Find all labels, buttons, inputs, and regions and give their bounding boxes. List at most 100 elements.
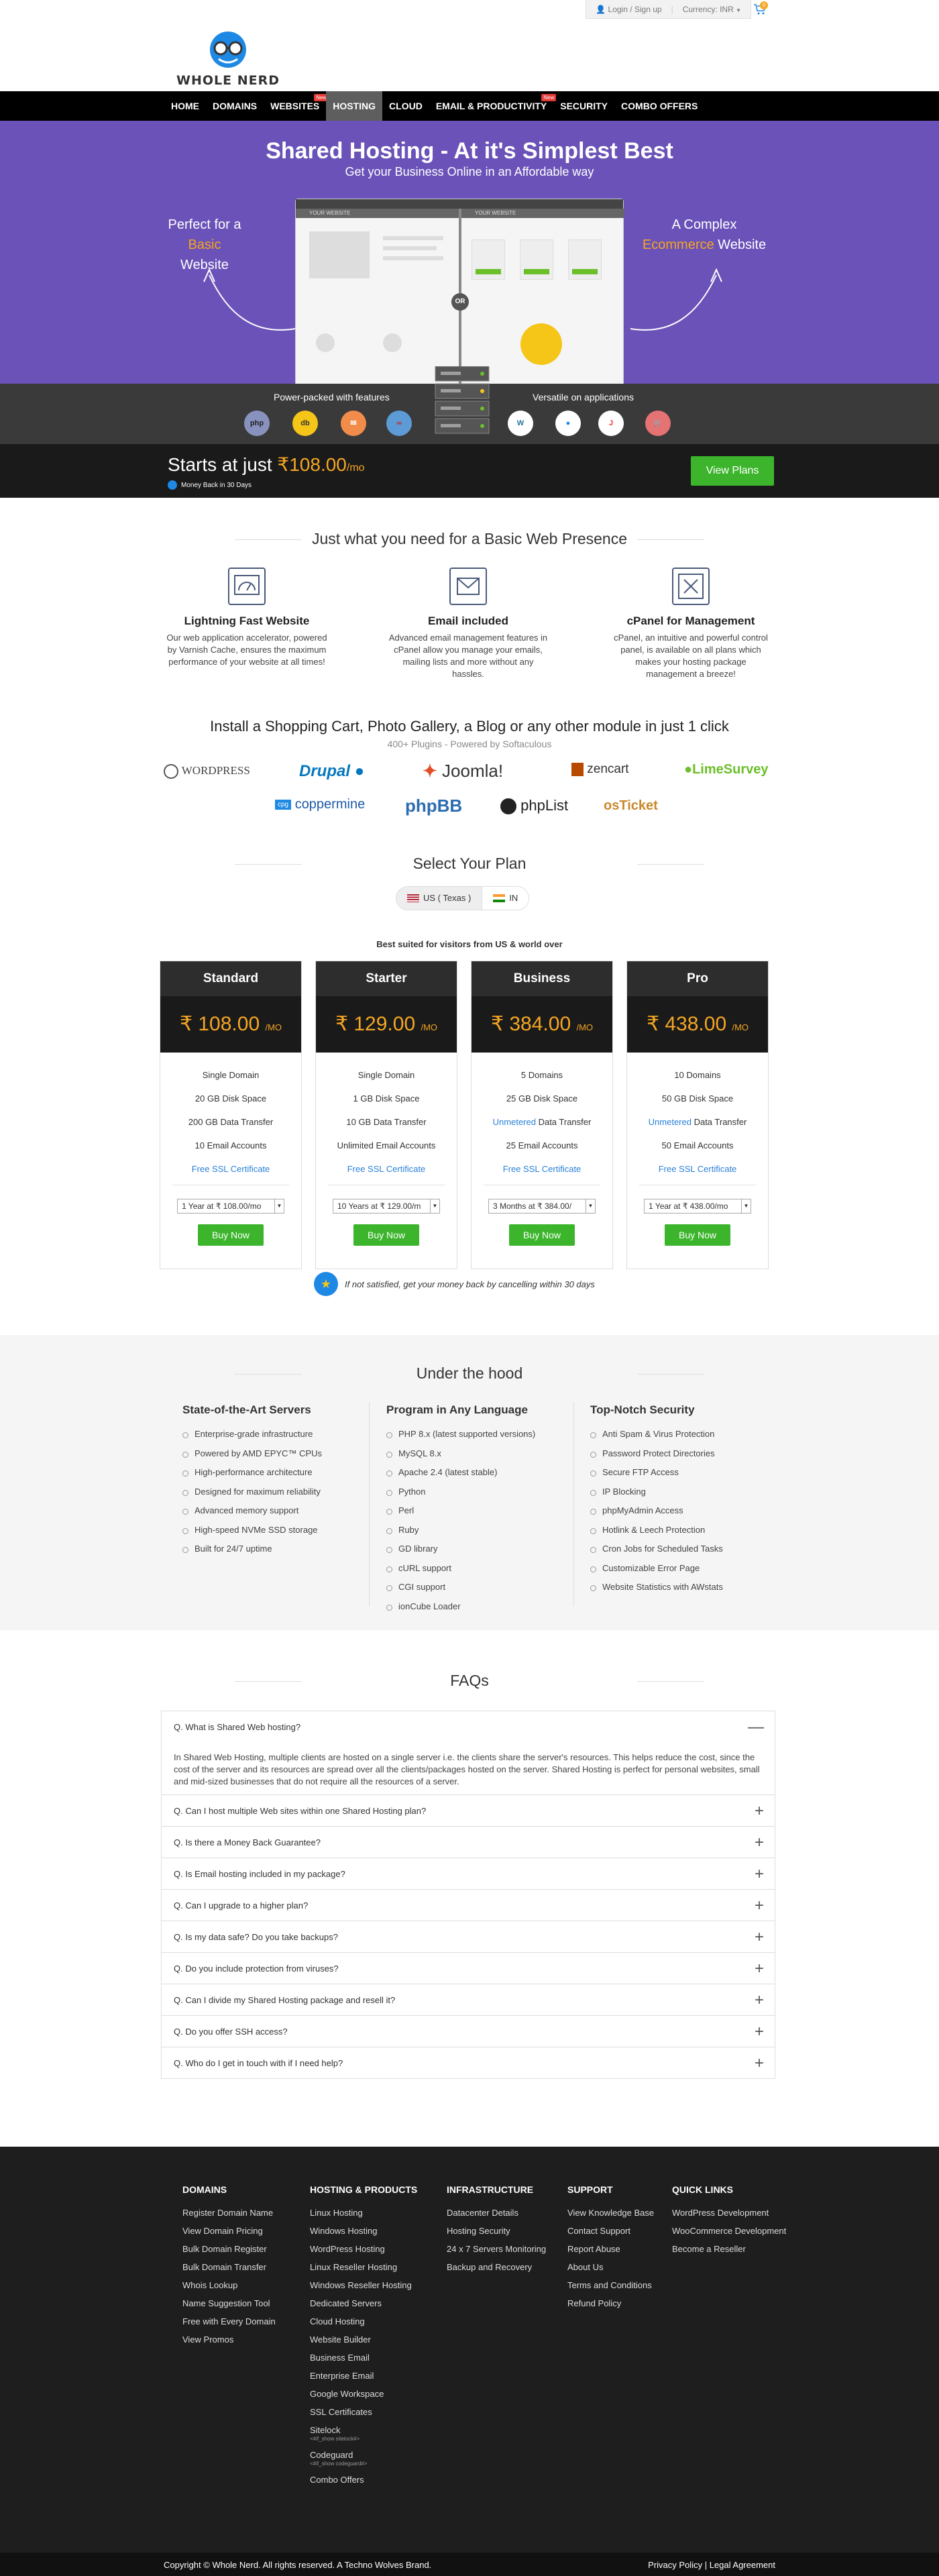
currency-selector[interactable]: Currency: INR ▼ [683, 5, 741, 14]
faq-item[interactable]: Q. Can I upgrade to a higher plan? + [161, 1889, 775, 1921]
footer-link[interactable]: Windows Hosting [310, 2225, 437, 2237]
plus-icon[interactable]: + [755, 1984, 764, 2017]
view-plans-button[interactable]: View Plans [691, 456, 774, 486]
faq-item[interactable]: Q. Do you offer SSH access? + [161, 2015, 775, 2047]
buy-now-button[interactable]: Buy Now [198, 1224, 264, 1246]
footer-link[interactable]: Codeguard <#if_show codeguard#> [310, 2449, 437, 2467]
plan-card-pro: Pro ₹ 438.00 /MO 10 Domains 50 GB Disk Spac… [626, 961, 769, 1269]
nav-item-combo-offers[interactable]: COMBO OFFERS [614, 91, 704, 121]
footer-link[interactable]: Hosting Security [447, 2225, 561, 2237]
faq-item[interactable]: Q. Is there a Money Back Guarantee? + [161, 1826, 775, 1858]
footer-link[interactable]: Terms and Conditions [567, 2279, 661, 2291]
plus-icon[interactable]: + [755, 1795, 764, 1827]
hero-right-highlight: Ecommerce [642, 237, 714, 252]
footer-link[interactable]: Backup and Recovery [447, 2261, 561, 2273]
footer-link[interactable]: Website Builder [310, 2334, 437, 2345]
privacy-link[interactable]: Privacy Policy [648, 2560, 702, 2570]
footer-link[interactable]: WooCommerce Development [672, 2225, 793, 2237]
term-select[interactable]: 1 Year at ₹ 108.00/mo ▼ [177, 1199, 284, 1214]
footer-link[interactable]: View Promos [182, 2334, 296, 2345]
faq-item[interactable]: Q. Is Email hosting included in my packa… [161, 1858, 775, 1890]
legal-link[interactable]: Legal Agreement [710, 2560, 775, 2570]
logo[interactable]: WHOLE NERD [174, 28, 282, 88]
footer-link[interactable]: Windows Reseller Hosting [310, 2279, 437, 2291]
footer-link[interactable]: Combo Offers [310, 2474, 437, 2485]
hero-right-pre: A Complex [671, 217, 737, 232]
features-strip: Power-packed with features Versatile on … [0, 366, 939, 444]
footer-link[interactable]: Bulk Domain Register [182, 2243, 296, 2255]
logo-label: Drupal [299, 762, 351, 780]
minus-icon[interactable]: — [748, 1711, 764, 1743]
plus-icon[interactable]: + [755, 1953, 764, 1985]
term-select[interactable]: 10 Years at ₹ 129.00/m ▼ [333, 1199, 440, 1214]
footer-link[interactable]: WordPress Hosting [310, 2243, 437, 2255]
plus-icon[interactable]: + [755, 2016, 764, 2048]
footer-link[interactable]: Cloud Hosting [310, 2316, 437, 2327]
ssl-link[interactable]: Free SSL Certificate [316, 1157, 457, 1181]
footer-link[interactable]: Linux Hosting [310, 2207, 437, 2218]
location-us-tab[interactable]: US ( Texas ) [396, 887, 483, 910]
footer-link[interactable]: Google Workspace [310, 2388, 437, 2400]
faq-question: Q. Do you include protection from viruse… [174, 1964, 339, 1974]
footer-link[interactable]: Register Domain Name [182, 2207, 296, 2218]
hood-list-item: Powered by AMD EPYC™ CPUs [182, 1444, 377, 1464]
hood-list-item: Built for 24/7 uptime [182, 1540, 377, 1559]
plus-icon[interactable]: + [755, 1858, 764, 1890]
footer-link[interactable]: Become a Reseller [672, 2243, 793, 2255]
faq-item[interactable]: Q. Can I divide my Shared Hosting packag… [161, 1984, 775, 2016]
footer-link[interactable]: Business Email [310, 2352, 437, 2363]
footer-link[interactable]: WordPress Development [672, 2207, 793, 2218]
nav-item-websites[interactable]: WEBSITES New [264, 91, 329, 121]
unmetered-label: Unmetered [648, 1117, 692, 1127]
term-select[interactable]: 3 Months at ₹ 384.00/ ▼ [488, 1199, 596, 1214]
nav-item-hosting[interactable]: HOSTING [326, 91, 383, 121]
footer-link[interactable]: Free with Every Domain [182, 2316, 296, 2327]
buy-now-button[interactable]: Buy Now [665, 1224, 730, 1246]
footer-link[interactable]: Sitelock <#if_show sitelock#> [310, 2424, 437, 2443]
footer-link[interactable]: SSL Certificates [310, 2406, 437, 2418]
website-mockup: YOUR WEBSITE YOUR WEBSITE OR [295, 199, 624, 384]
faq-item[interactable]: Q. Can I host multiple Web sites within … [161, 1794, 775, 1827]
footer-link[interactable]: 24 x 7 Servers Monitoring [447, 2243, 561, 2255]
footer-link[interactable]: Enterprise Email [310, 2370, 437, 2381]
ssl-link[interactable]: Free SSL Certificate [627, 1157, 768, 1181]
footer-link[interactable]: View Domain Pricing [182, 2225, 296, 2237]
user-icon: 👤 [596, 4, 606, 14]
faq-item[interactable]: Q. Who do I get in touch with if I need … [161, 2047, 775, 2079]
footer-link[interactable]: Contact Support [567, 2225, 661, 2237]
buy-now-button[interactable]: Buy Now [353, 1224, 419, 1246]
plus-icon[interactable]: + [755, 2047, 764, 2080]
login-link[interactable]: 👤 Login / Sign up [596, 5, 661, 14]
footer-link[interactable]: Datacenter Details [447, 2207, 561, 2218]
plus-icon[interactable]: + [755, 1827, 764, 1859]
footer-link[interactable]: Dedicated Servers [310, 2298, 437, 2309]
location-in-tab[interactable]: IN [482, 887, 529, 910]
footer-link[interactable]: Report Abuse [567, 2243, 661, 2255]
footer-link[interactable]: Name Suggestion Tool [182, 2298, 296, 2309]
nav-item-domains[interactable]: DOMAINS [206, 91, 264, 121]
nav-item-cloud[interactable]: CLOUD [382, 91, 429, 121]
faq-item-open[interactable]: Q. What is Shared Web hosting? — [161, 1711, 775, 1743]
faq-item[interactable]: Q. Do you include protection from viruse… [161, 1952, 775, 1984]
footer-link[interactable]: About Us [567, 2261, 661, 2273]
plus-icon[interactable]: + [755, 1921, 764, 1953]
term-select-value: 1 Year at ₹ 438.00/mo [649, 1201, 728, 1211]
nav-item-home[interactable]: HOME [164, 91, 206, 121]
footer-link[interactable]: Linux Reseller Hosting [310, 2261, 437, 2273]
nav-item-security[interactable]: SECURITY [553, 91, 614, 121]
currency-symbol: ₹ [490, 1013, 504, 1035]
footer-link[interactable]: View Knowledge Base [567, 2207, 661, 2218]
footer-link[interactable]: Bulk Domain Transfer [182, 2261, 296, 2273]
plus-icon[interactable]: + [755, 1890, 764, 1922]
plan-feature: 20 GB Disk Space [195, 1093, 267, 1104]
buy-now-button[interactable]: Buy Now [509, 1224, 575, 1246]
ssl-link[interactable]: Free SSL Certificate [160, 1157, 301, 1181]
footer-link[interactable]: Refund Policy [567, 2298, 661, 2309]
faq-item[interactable]: Q. Is my data safe? Do you take backups?… [161, 1921, 775, 1953]
currency-symbol: ₹ [179, 1013, 193, 1035]
footer-link[interactable]: Whois Lookup [182, 2279, 296, 2291]
ssl-link[interactable]: Free SSL Certificate [472, 1157, 612, 1181]
nav-item-email-productivity[interactable]: EMAIL & PRODUCTIVITY New [429, 91, 557, 121]
drupal-drop-icon: ● [354, 762, 365, 780]
term-select[interactable]: 1 Year at ₹ 438.00/mo ▼ [644, 1199, 751, 1214]
